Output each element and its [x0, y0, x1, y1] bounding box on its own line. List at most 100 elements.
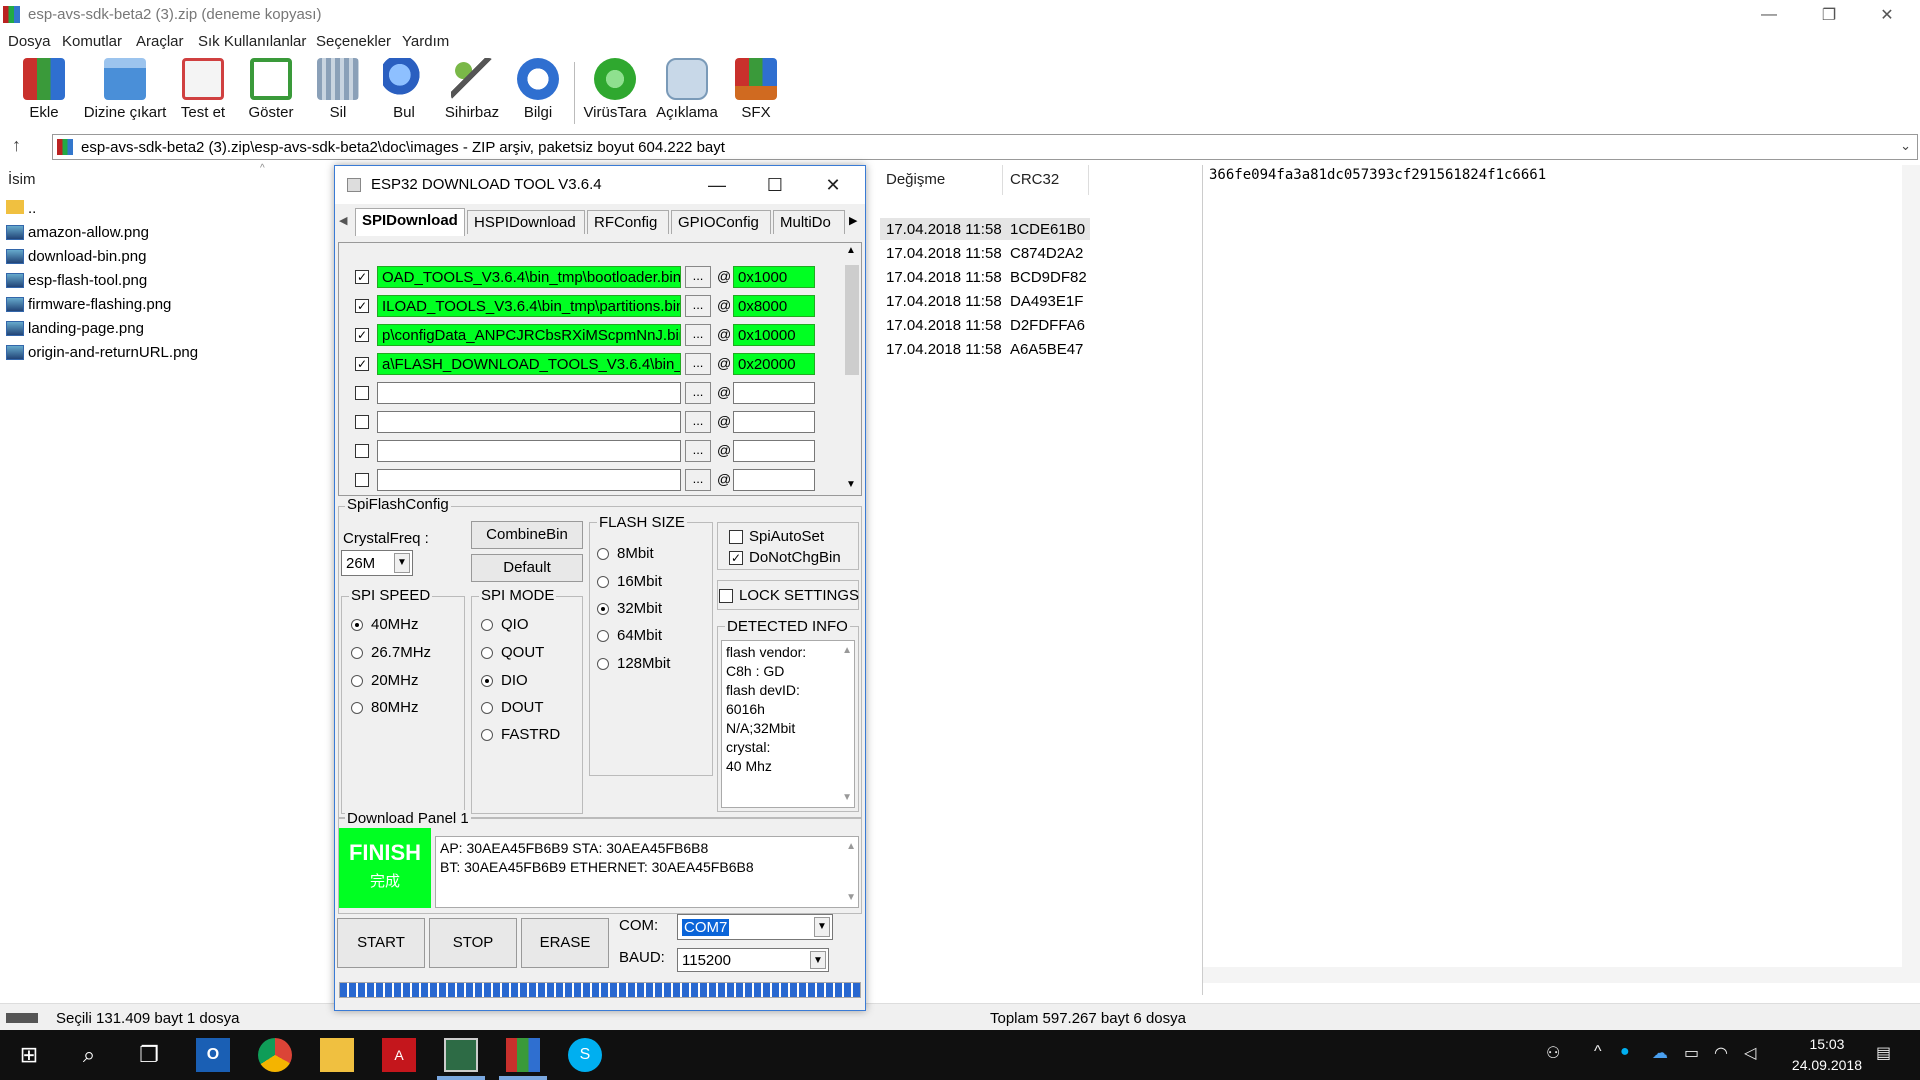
dizine-cikart-button[interactable]: Dizine çıkart: [80, 58, 170, 128]
crystal-freq-select[interactable]: 26M ▼: [341, 550, 413, 576]
ekle-button[interactable]: Ekle: [22, 58, 66, 128]
scroll-down-icon[interactable]: ▼: [846, 479, 856, 490]
tab-scroll-right-icon[interactable]: ▶: [849, 214, 857, 227]
chevron-down-icon[interactable]: ⌄: [1900, 138, 1911, 154]
volume-icon[interactable]: ◁: [1744, 1043, 1756, 1063]
browse-button[interactable]: ...: [685, 382, 711, 404]
flash-size-radio[interactable]: [597, 576, 609, 588]
chevron-down-icon[interactable]: ▼: [810, 951, 826, 969]
menu-araclar[interactable]: Araçlar: [136, 33, 184, 50]
chevron-up-icon[interactable]: ^: [1594, 1043, 1602, 1061]
scroll-up-icon[interactable]: ▲: [846, 245, 856, 256]
spi-speed-radio[interactable]: [351, 647, 363, 659]
bin-path-field[interactable]: [377, 440, 681, 462]
chevron-down-icon[interactable]: ▼: [814, 917, 830, 937]
baud-rate-select[interactable]: 115200 ▼: [677, 948, 829, 972]
detected-info-textbox[interactable]: flash vendor: C8h : GD flash devID: 6016…: [721, 640, 855, 808]
list-item[interactable]: download-bin.png: [0, 245, 330, 269]
default-button[interactable]: Default: [471, 554, 583, 582]
file-explorer-icon[interactable]: [320, 1038, 354, 1072]
start-button[interactable]: START: [337, 918, 425, 968]
battery-icon[interactable]: ▭: [1684, 1043, 1699, 1063]
stop-button[interactable]: STOP: [429, 918, 517, 968]
sihirbaz-button[interactable]: Sihirbaz: [444, 58, 500, 128]
column-header-modified[interactable]: Değişme: [886, 171, 945, 188]
bin-row-checkbox[interactable]: ✓: [355, 270, 369, 284]
acrobat-icon[interactable]: A: [382, 1038, 416, 1072]
sfx-button[interactable]: SFX: [734, 58, 778, 128]
bin-address-field[interactable]: [733, 440, 815, 462]
close-button[interactable]: ✕: [1864, 0, 1910, 30]
esp-maximize-button[interactable]: ☐: [755, 172, 795, 198]
bin-path-field[interactable]: p\configData_ANPCJRCbsRXiMScpmNnJ.bin: [377, 324, 681, 346]
notifications-icon[interactable]: ▤: [1876, 1043, 1891, 1063]
bin-row-checkbox[interactable]: ✓: [355, 357, 369, 371]
outlook-icon[interactable]: O: [196, 1038, 230, 1072]
scroll-thumb[interactable]: [845, 265, 859, 375]
spi-auto-set-checkbox[interactable]: [729, 530, 743, 544]
bin-row-checkbox[interactable]: [355, 415, 369, 429]
bin-path-field[interactable]: [377, 469, 681, 491]
bilgi-button[interactable]: Bilgi: [516, 58, 560, 128]
bin-address-field[interactable]: 0x20000: [733, 353, 815, 375]
combine-bin-button[interactable]: CombineBin: [471, 521, 583, 549]
chevron-down-icon[interactable]: ▼: [394, 553, 410, 573]
bin-address-field[interactable]: 0x10000: [733, 324, 815, 346]
spi-speed-radio[interactable]: [351, 702, 363, 714]
column-separator[interactable]: [1088, 165, 1089, 195]
scroll-up-icon[interactable]: ▲: [846, 841, 856, 852]
goster-button[interactable]: Göster: [246, 58, 296, 128]
esp-minimize-button[interactable]: —: [697, 172, 737, 198]
menu-komutlar[interactable]: Komutlar: [62, 33, 122, 50]
tab-gpioconfig[interactable]: GPIOConfig: [671, 210, 771, 234]
bin-address-field[interactable]: [733, 411, 815, 433]
search-icon[interactable]: ⌕: [72, 1038, 106, 1072]
virustara-button[interactable]: VirüsTara: [583, 58, 647, 128]
column-separator[interactable]: [1002, 165, 1003, 195]
scroll-down-icon[interactable]: ▼: [846, 892, 856, 903]
menu-yardim[interactable]: Yardım: [402, 33, 449, 50]
bin-row-checkbox[interactable]: [355, 473, 369, 487]
browse-button[interactable]: ...: [685, 266, 711, 288]
bin-path-field[interactable]: [377, 382, 681, 404]
scroll-up-icon[interactable]: ▲: [842, 645, 852, 656]
flash-size-radio[interactable]: [597, 630, 609, 642]
tab-multidownload[interactable]: MultiDo: [773, 210, 845, 234]
task-view-icon[interactable]: ❐: [132, 1038, 166, 1072]
esp-tool-icon[interactable]: [444, 1038, 478, 1072]
bin-row-checkbox[interactable]: [355, 444, 369, 458]
spi-speed-radio[interactable]: [351, 675, 363, 687]
aciklama-button[interactable]: Açıklama: [654, 58, 720, 128]
spi-mode-radio[interactable]: [481, 647, 493, 659]
bin-address-field[interactable]: 0x1000: [733, 266, 815, 288]
clock[interactable]: 15:03 24.09.2018: [1792, 1034, 1862, 1076]
browse-button[interactable]: ...: [685, 295, 711, 317]
spi-mode-radio[interactable]: [481, 729, 493, 741]
bin-path-field[interactable]: OAD_TOOLS_V3.6.4\bin_tmp\bootloader.bin: [377, 266, 681, 288]
bin-path-field[interactable]: a\FLASH_DOWNLOAD_TOOLS_V3.6.4\bin_tm: [377, 353, 681, 375]
winrar-icon[interactable]: [506, 1038, 540, 1072]
spi-mode-radio[interactable]: [481, 702, 493, 714]
spi-mode-radio[interactable]: [481, 675, 493, 687]
menu-sik-kullanilanlar[interactable]: Sık Kullanılanlar: [198, 33, 306, 50]
people-icon[interactable]: ⚇: [1546, 1043, 1560, 1063]
skype-icon[interactable]: S: [568, 1038, 602, 1072]
skype-tray-icon[interactable]: ●: [1620, 1043, 1630, 1061]
flash-size-radio[interactable]: [597, 603, 609, 615]
wifi-icon[interactable]: ◠: [1714, 1043, 1728, 1063]
browse-button[interactable]: ...: [685, 411, 711, 433]
test-et-button[interactable]: Test et: [180, 58, 226, 128]
browse-button[interactable]: ...: [685, 324, 711, 346]
bul-button[interactable]: Bul: [382, 58, 426, 128]
windows-start-icon[interactable]: ⊞: [12, 1038, 46, 1072]
column-header-crc[interactable]: CRC32: [1010, 171, 1059, 188]
column-header-name[interactable]: İsim: [8, 171, 36, 188]
menu-dosya[interactable]: Dosya: [8, 33, 51, 50]
bin-address-field[interactable]: [733, 469, 815, 491]
up-arrow-icon[interactable]: ↑: [12, 135, 21, 156]
tab-spidownload[interactable]: SPIDownload: [355, 208, 465, 236]
list-item[interactable]: landing-page.png: [0, 317, 330, 341]
scroll-down-icon[interactable]: ▼: [842, 792, 852, 803]
list-item-parent[interactable]: ..: [0, 197, 330, 221]
mac-address-textbox[interactable]: AP: 30AEA45FB6B9 STA: 30AEA45FB6B8 BT: 3…: [435, 836, 859, 908]
